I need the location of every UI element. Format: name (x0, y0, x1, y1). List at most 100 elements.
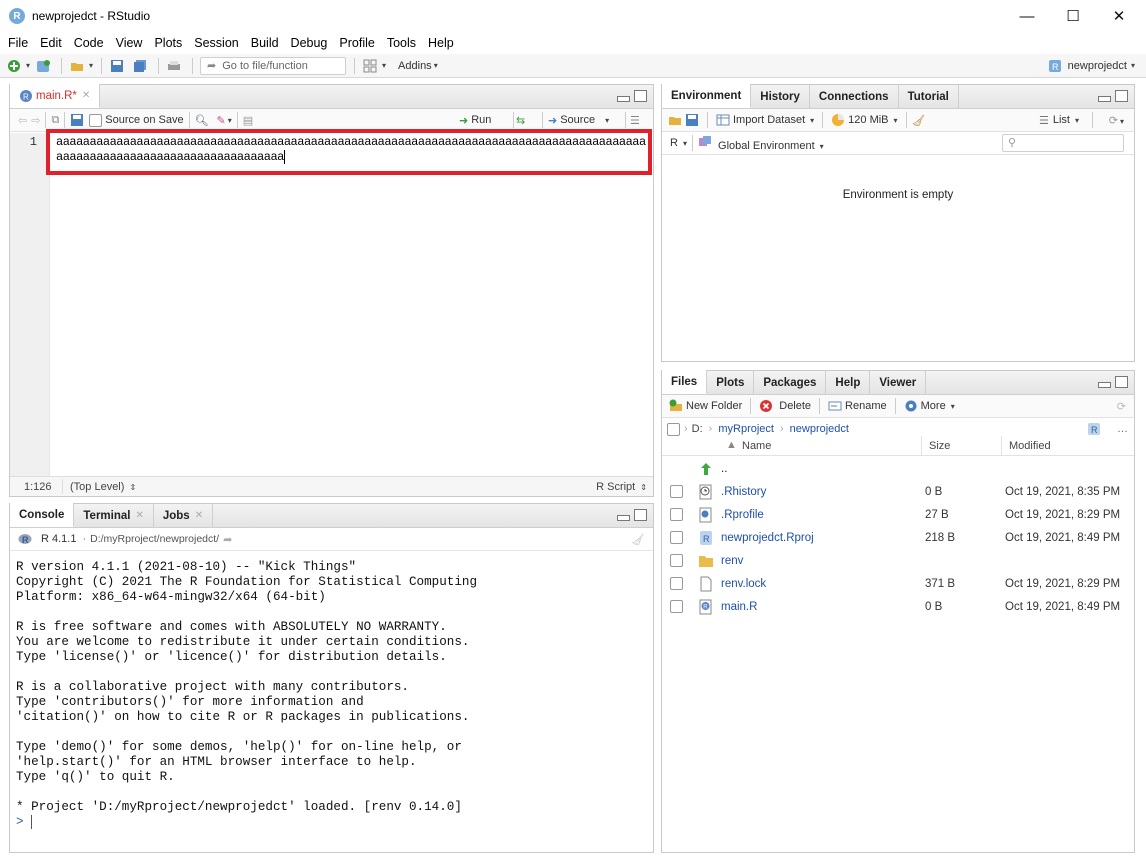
tab-files[interactable]: Files (662, 370, 708, 394)
file-row-renv[interactable]: renv (662, 549, 1134, 572)
minimize-pane-button[interactable] (1098, 382, 1111, 388)
view-mode-button[interactable]: ☰ List ▾ (1036, 110, 1082, 130)
search-icon[interactable]: 🔍︎ (195, 114, 209, 127)
code-editor[interactable]: 1 aaaaaaaaaaaaaaaaaaaaaaaaaaaaaaaaaaaaaa… (10, 129, 653, 476)
menu-tools[interactable]: Tools (381, 36, 422, 50)
file-name[interactable]: .Rhistory (721, 486, 766, 498)
file-name[interactable]: .Rprofile (721, 509, 764, 521)
save-workspace-icon[interactable] (685, 113, 699, 127)
tab-help[interactable]: Help (826, 371, 871, 394)
file-row-rhistory[interactable]: .Rhistory 0 B Oct 19, 2021, 8:35 PM (662, 480, 1134, 503)
environment-search-input[interactable]: ⚲ (1002, 134, 1124, 152)
file-checkbox[interactable] (670, 577, 683, 590)
breadcrumb-folder[interactable]: myRproject (718, 423, 774, 435)
menu-plots[interactable]: Plots (148, 36, 188, 50)
new-project-button[interactable] (33, 56, 56, 76)
column-modified[interactable]: Modified (1009, 440, 1051, 452)
rerun-icon[interactable]: ⇆ (516, 114, 525, 127)
file-checkbox[interactable] (670, 531, 683, 544)
source-button[interactable]: ➜ Source ▾ (545, 110, 612, 130)
back-arrow-icon[interactable]: ⇦ (18, 114, 27, 127)
refresh-icon[interactable]: ⟳ ▾ (1109, 114, 1124, 127)
tab-viewer[interactable]: Viewer (870, 371, 927, 394)
addins-button[interactable]: Addins ▾ (395, 56, 441, 76)
menu-debug[interactable]: Debug (285, 36, 334, 50)
file-row-parent[interactable]: .. (662, 457, 1134, 480)
maximize-pane-button[interactable] (634, 509, 647, 521)
select-all-checkbox[interactable] (667, 422, 680, 436)
maximize-button[interactable]: ☐ (1050, 0, 1096, 32)
import-dataset-button[interactable]: Import Dataset ▾ (713, 110, 817, 130)
minimize-pane-button[interactable] (617, 515, 630, 521)
show-in-window-icon[interactable]: ⧉ (51, 114, 59, 127)
column-name[interactable]: Name (742, 440, 771, 452)
file-checkbox[interactable] (670, 485, 683, 498)
console-output[interactable]: R version 4.1.1 (2021-08-10) -- "Kick Th… (16, 560, 649, 830)
clear-workspace-broom-icon[interactable]: 🧹︎ (912, 114, 926, 127)
save-button[interactable] (107, 56, 130, 76)
close-button[interactable]: ✕ (1096, 0, 1142, 32)
menu-profile[interactable]: Profile (333, 36, 380, 50)
maximize-pane-button[interactable] (1115, 90, 1128, 102)
goto-directory-icon[interactable]: ➦ (223, 533, 232, 546)
forward-arrow-icon[interactable]: ⇨ (31, 114, 40, 127)
tab-main-r[interactable]: R main.R* ✕ (10, 84, 101, 108)
file-row-main-r[interactable]: R main.R 0 B Oct 19, 2021, 8:49 PM (662, 595, 1134, 618)
minimize-button[interactable]: — (1004, 0, 1050, 32)
minimize-pane-button[interactable] (617, 96, 630, 102)
file-checkbox[interactable] (670, 508, 683, 521)
file-name[interactable]: .. (721, 463, 727, 475)
load-workspace-icon[interactable] (668, 113, 682, 127)
tab-jobs[interactable]: Jobs ✕ (154, 504, 214, 527)
menu-help[interactable]: Help (422, 36, 460, 50)
breadcrumb-current[interactable]: newprojedct (790, 423, 849, 435)
print-button[interactable] (164, 56, 187, 76)
memory-usage-button[interactable]: 120 MiB ▾ (828, 110, 900, 130)
file-row-renv-lock[interactable]: renv.lock 371 B Oct 19, 2021, 8:29 PM (662, 572, 1134, 595)
delete-button[interactable]: Delete (756, 396, 814, 416)
tab-packages[interactable]: Packages (754, 371, 827, 394)
file-name[interactable]: newprojedct.Rproj (721, 532, 814, 544)
menu-file[interactable]: File (0, 36, 34, 50)
goto-file-input[interactable]: ➦ Go to file/function (200, 56, 347, 75)
code-tools-wand-icon[interactable]: ✎ (217, 114, 226, 127)
minimize-pane-button[interactable] (1098, 96, 1111, 102)
run-button[interactable]: ➜ Run (456, 110, 494, 130)
tab-terminal[interactable]: Terminal ✕ (74, 504, 154, 527)
compile-report-icon[interactable]: ▤ (243, 114, 253, 127)
close-tab-icon[interactable]: ✕ (195, 510, 203, 521)
more-options-icon[interactable]: … (1117, 423, 1128, 435)
file-name[interactable]: main.R (721, 601, 757, 613)
menu-edit[interactable]: Edit (34, 36, 68, 50)
file-row-rprofile[interactable]: .Rprofile 27 B Oct 19, 2021, 8:29 PM (662, 503, 1134, 526)
file-name[interactable]: renv (721, 555, 743, 567)
save-all-button[interactable] (130, 56, 153, 76)
breadcrumb-drive[interactable]: D: (692, 423, 703, 435)
tab-environment[interactable]: Environment (662, 84, 752, 108)
new-file-button[interactable]: ▾ (4, 56, 33, 76)
close-tab-icon[interactable]: ✕ (135, 510, 143, 521)
more-button[interactable]: More ▾ (901, 396, 958, 416)
menu-view[interactable]: View (110, 36, 149, 50)
pane-layout-button[interactable]: ▾ (360, 56, 389, 76)
rproj-icon[interactable]: R (1087, 422, 1101, 436)
language-selector[interactable]: R ▾ (670, 137, 687, 149)
file-checkbox[interactable] (670, 554, 683, 567)
column-size[interactable]: Size (929, 440, 950, 452)
maximize-pane-button[interactable] (1115, 376, 1128, 388)
close-tab-icon[interactable]: ✕ (82, 90, 90, 101)
tab-plots[interactable]: Plots (707, 371, 755, 394)
file-checkbox[interactable] (670, 600, 683, 613)
source-on-save-checkbox[interactable] (89, 113, 103, 127)
menu-build[interactable]: Build (245, 36, 285, 50)
scope-selector[interactable]: Global Environment ▾ (698, 135, 824, 152)
rename-button[interactable]: Rename (825, 396, 890, 416)
save-icon[interactable] (70, 113, 84, 127)
project-menu-button[interactable]: R newprojedct ▾ (1045, 56, 1138, 76)
menu-code[interactable]: Code (68, 36, 110, 50)
file-name[interactable]: renv.lock (721, 578, 766, 590)
scope-selector[interactable]: (Top Level) ⇕ (70, 481, 136, 493)
tab-connections[interactable]: Connections (810, 85, 899, 108)
file-row-rproj[interactable]: R newprojedct.Rproj 218 B Oct 19, 2021, … (662, 526, 1134, 549)
tab-console[interactable]: Console (10, 503, 75, 527)
